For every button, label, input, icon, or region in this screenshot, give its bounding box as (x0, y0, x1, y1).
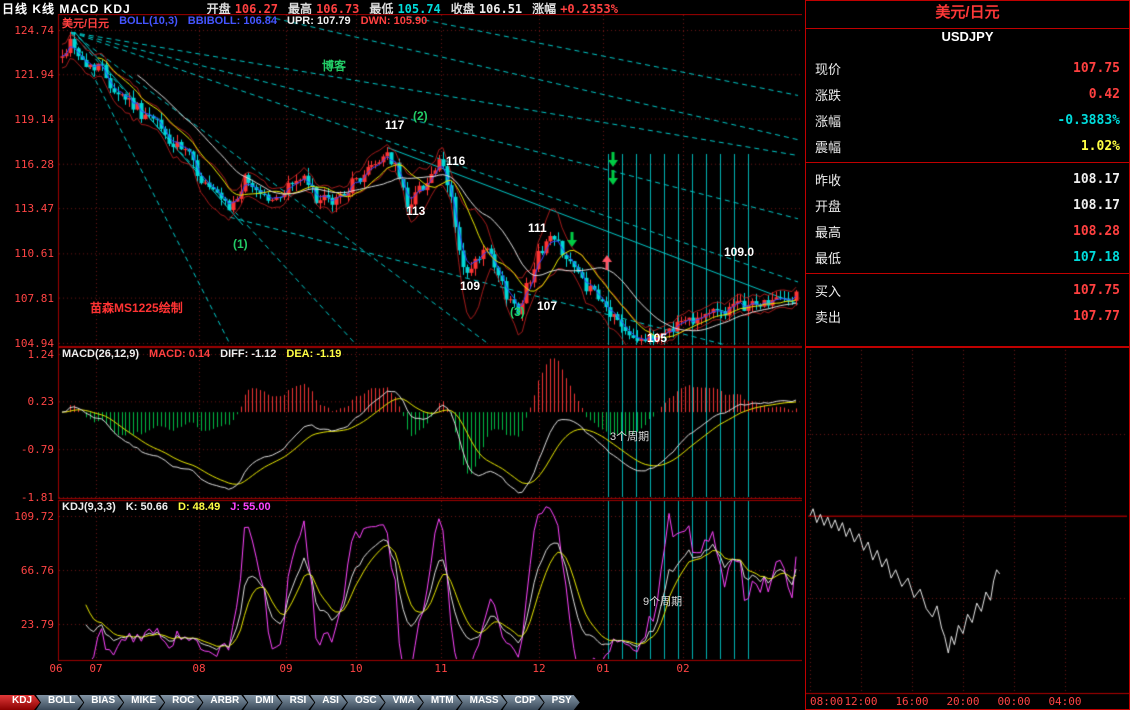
time-label: 08:00 (810, 695, 843, 708)
time-label: 00:00 (997, 695, 1030, 708)
quote-row-label: 卖出 (815, 307, 841, 326)
time-label: 16:00 (895, 695, 928, 708)
quote-row-value: -0.3883% (1057, 113, 1120, 128)
quote-row: 涨幅 -0.3883% (806, 107, 1129, 133)
quote-row-label: 开盘 (815, 196, 841, 215)
tab-vma[interactable]: VMA (381, 695, 423, 710)
quote-row-label: 涨幅 (815, 111, 841, 130)
quote-row-label: 涨跌 (815, 85, 841, 104)
main-chart-canvas[interactable] (0, 14, 802, 695)
quote-row-value: 108.17 (1073, 172, 1120, 187)
quote-separator (806, 162, 1129, 163)
quote-panel: 美元/日元 USDJPY 现价 107.75 涨跌 0.42 涨幅 -0.3883% 震幅 1… (805, 0, 1130, 347)
time-label: 04:00 (1048, 695, 1081, 708)
quote-row: 昨收 108.17 (806, 166, 1129, 192)
tab-roc[interactable]: ROC (160, 695, 202, 710)
quote-row: 现价 107.75 (806, 55, 1129, 81)
quote-row-value: 107.77 (1073, 309, 1120, 324)
quote-row-label: 最低 (815, 248, 841, 267)
time-label: 20:00 (946, 695, 979, 708)
tab-boll[interactable]: BOLL (36, 695, 83, 710)
intraday-panel: 08:0012:00 16:00 20:00 00:00 04:00 (805, 347, 1130, 710)
quote-row-value: 1.02% (1081, 139, 1120, 154)
quote-row-value: 108.17 (1073, 198, 1120, 213)
chart-area: 日线 K线 MACD KDJ开盘106.27最高106.73最低105.74收盘… (0, 0, 803, 710)
tab-mtm[interactable]: MTM (419, 695, 462, 710)
quote-row-label: 买入 (815, 281, 841, 300)
quote-row-value: 107.18 (1073, 250, 1120, 265)
quote-title: 美元/日元 (806, 1, 1129, 29)
quote-row-value: 107.75 (1073, 283, 1120, 298)
quote-row-label: 昨收 (815, 170, 841, 189)
quote-row: 开盘 108.17 (806, 192, 1129, 218)
quote-row: 最低 107.18 (806, 244, 1129, 270)
tab-bias[interactable]: BIAS (79, 695, 123, 710)
tab-psy[interactable]: PSY (540, 695, 580, 710)
quote-rows: 现价107.75涨跌0.42涨幅-0.3883%震幅1.02%昨收108.17开… (806, 54, 1129, 329)
quote-row-value: 107.75 (1073, 61, 1120, 76)
tab-arbr[interactable]: ARBR (198, 695, 247, 710)
topbar: 日线 K线 MACD KDJ开盘106.27最高106.73最低105.74收盘… (0, 0, 803, 14)
quote-separator (806, 273, 1129, 274)
quote-row-label: 最高 (815, 222, 841, 241)
quote-row-value: 0.42 (1089, 87, 1120, 102)
quote-row: 买入 107.75 (806, 277, 1129, 303)
time-label: 12:00 (844, 695, 877, 708)
intraday-canvas[interactable] (806, 348, 1129, 709)
trading-app: 日线 K线 MACD KDJ开盘106.27最高106.73最低105.74收盘… (0, 0, 1130, 710)
quote-row-label: 现价 (815, 59, 841, 78)
tab-cdp[interactable]: CDP (503, 695, 544, 710)
tab-rsi[interactable]: RSI (278, 695, 315, 710)
quote-row: 震幅 1.02% (806, 133, 1129, 159)
quote-row-value: 108.28 (1073, 224, 1120, 239)
tab-kdj[interactable]: KDJ (0, 695, 40, 710)
tab-osc[interactable]: OSC (343, 695, 385, 710)
intraday-timebar: 08:0012:00 16:00 20:00 00:00 04:00 (806, 694, 1129, 708)
quote-row: 最高 108.28 (806, 218, 1129, 244)
tab-mass[interactable]: MASS (458, 695, 507, 710)
quote-row: 卖出 107.77 (806, 303, 1129, 329)
tab-asi[interactable]: ASI (310, 695, 347, 710)
quote-row: 涨跌 0.42 (806, 81, 1129, 107)
quote-symbol: USDJPY (806, 29, 1129, 54)
indicator-tabbar: KDJBOLLBIASMIKEROCARBRDMIRSIASIOSCVMAMTM… (0, 695, 803, 710)
quote-row-label: 震幅 (815, 137, 841, 156)
tab-mike[interactable]: MIKE (119, 695, 164, 710)
right-panel: 美元/日元 USDJPY 现价 107.75 涨跌 0.42 涨幅 -0.3883% 震幅 1… (805, 0, 1130, 710)
tab-dmi[interactable]: DMI (243, 695, 281, 710)
